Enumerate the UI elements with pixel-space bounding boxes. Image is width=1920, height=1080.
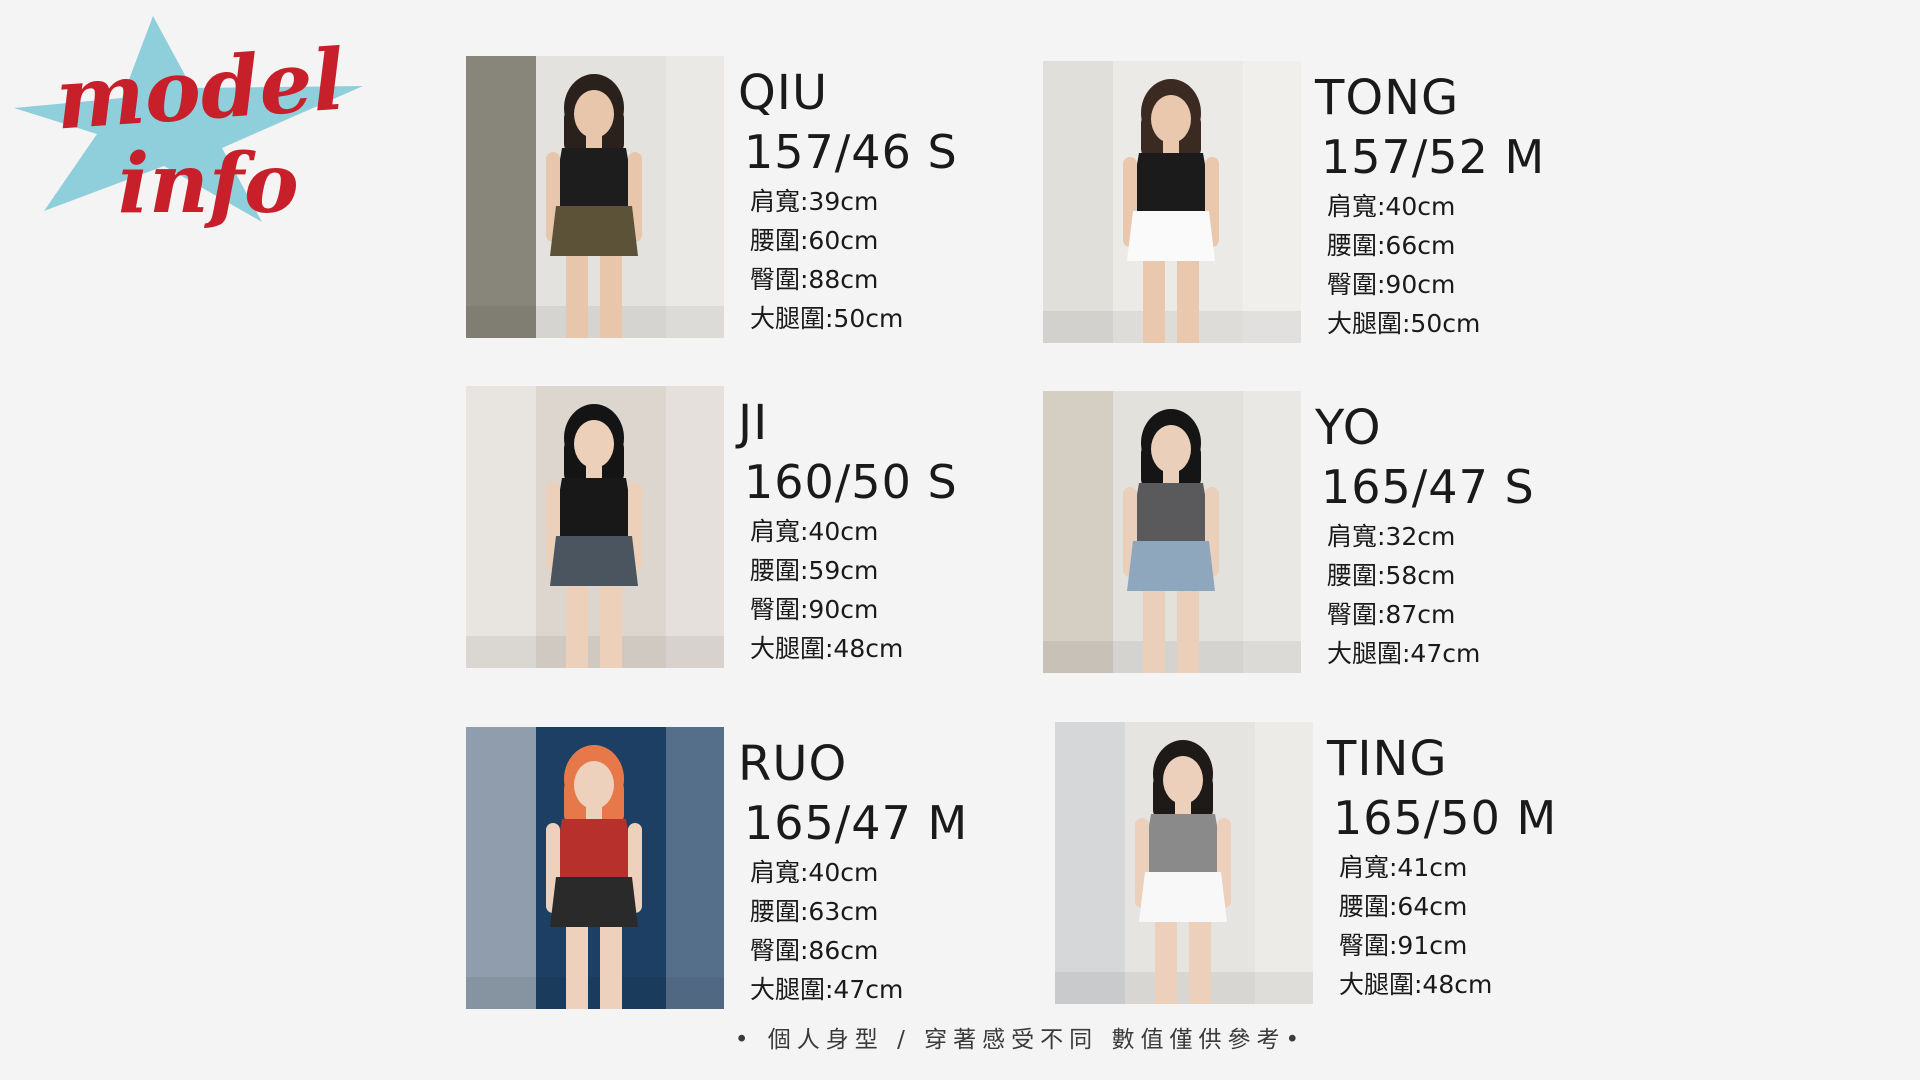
- model-info: RUO 165/47 M 肩寬:40cm 腰圍:63cm 臀圍:86cm 大腿圍:47cm: [738, 735, 1078, 1009]
- measurement-item: 腰圍:60cm: [750, 226, 879, 255]
- measurement-item: 臀圍:86cm: [750, 936, 879, 965]
- model-photo: [466, 386, 724, 668]
- measurement-item: 大腿圍:48cm: [750, 634, 904, 663]
- measurement-item: 大腿圍:47cm: [1327, 639, 1481, 668]
- model-name: RUO: [738, 736, 848, 792]
- model-photo: [1043, 61, 1301, 343]
- model-card-ji: JI 160/50 S 肩寬:40cm 腰圍:59cm 臀圍:90cm 大腿圍:48cm: [466, 386, 1086, 676]
- model-size: 160/50 S: [744, 455, 958, 509]
- model-size: 165/47 M: [744, 796, 969, 850]
- logo-text-info: info: [118, 136, 299, 232]
- model-photo: [466, 56, 724, 338]
- measurement-item: 腰圍:66cm: [1327, 231, 1456, 260]
- measurement-item: 肩寬:39cm: [750, 187, 879, 216]
- model-name: YO: [1315, 400, 1382, 456]
- model-size: 157/52 M: [1321, 130, 1546, 184]
- model-info: QIU 157/46 S 肩寬:39cm 腰圍:60cm 臀圍:88cm 大腿圍:50cm: [738, 64, 1078, 338]
- model-size: 157/46 S: [744, 125, 958, 179]
- measurement-item: 臀圍:91cm: [1339, 931, 1468, 960]
- measurement-item: 腰圍:63cm: [750, 897, 879, 926]
- measurement-item: 大腿圍:47cm: [750, 975, 904, 1004]
- model-photo: [1043, 391, 1301, 673]
- model-name: QIU: [738, 65, 829, 121]
- star-logo-icon: model info: [14, 16, 363, 232]
- measurement-item: 大腿圍:50cm: [750, 304, 904, 333]
- model-name: TING: [1327, 731, 1448, 787]
- model-info: TONG 157/52 M 肩寬:40cm 腰圍:66cm 臀圍:90cm 大腿圍:50c…: [1315, 69, 1655, 343]
- model-card-qiu: QIU 157/46 S 肩寬:39cm 腰圍:60cm 臀圍:88cm 大腿圍:50cm: [466, 56, 1086, 346]
- model-card-yo: YO 165/47 S 肩寬:32cm 腰圍:58cm 臀圍:87cm 大腿圍:47cm: [1043, 391, 1663, 681]
- measurement-list: 肩寬:39cm 腰圍:60cm 臀圍:88cm 大腿圍:50cm: [750, 182, 1078, 338]
- measurement-item: 肩寬:32cm: [1327, 522, 1456, 551]
- model-info-logo: model info: [14, 16, 434, 276]
- measurement-item: 大腿圍:48cm: [1339, 970, 1493, 999]
- measurement-item: 臀圍:87cm: [1327, 600, 1456, 629]
- model-name: JI: [738, 395, 769, 451]
- measurement-item: 肩寬:40cm: [750, 858, 879, 887]
- measurement-list: 肩寬:40cm 腰圍:66cm 臀圍:90cm 大腿圍:50cm: [1327, 187, 1655, 343]
- model-size: 165/50 M: [1333, 791, 1558, 845]
- model-name: TONG: [1315, 70, 1460, 126]
- model-card-ting: TING 165/50 M 肩寬:41cm 腰圍:64cm 臀圍:91cm 大腿圍:48c…: [1055, 722, 1675, 1012]
- measurement-item: 臀圍:88cm: [750, 265, 879, 294]
- measurement-item: 臀圍:90cm: [1327, 270, 1456, 299]
- model-photo: [466, 727, 724, 1009]
- measurement-item: 肩寬:40cm: [750, 517, 879, 546]
- measurement-item: 腰圍:59cm: [750, 556, 879, 585]
- model-card-tong: TONG 157/52 M 肩寬:40cm 腰圍:66cm 臀圍:90cm 大腿圍:50c…: [1043, 61, 1663, 351]
- model-info: TING 165/50 M 肩寬:41cm 腰圍:64cm 臀圍:91cm 大腿圍:48c…: [1327, 730, 1667, 1004]
- disclaimer-note: • 個人身型 / 穿著感受不同 數值僅供參考•: [734, 1027, 1306, 1053]
- model-card-ruo: RUO 165/47 M 肩寬:40cm 腰圍:63cm 臀圍:86cm 大腿圍:47cm: [466, 727, 1086, 1017]
- model-info: JI 160/50 S 肩寬:40cm 腰圍:59cm 臀圍:90cm 大腿圍:48cm: [738, 394, 1078, 668]
- measurement-item: 肩寬:41cm: [1339, 853, 1468, 882]
- model-size: 165/47 S: [1321, 460, 1535, 514]
- measurement-item: 腰圍:64cm: [1339, 892, 1468, 921]
- logo-text-model: model: [52, 30, 347, 149]
- measurement-item: 臀圍:90cm: [750, 595, 879, 624]
- measurement-item: 腰圍:58cm: [1327, 561, 1456, 590]
- measurement-list: 肩寬:40cm 腰圍:63cm 臀圍:86cm 大腿圍:47cm: [750, 853, 1078, 1009]
- model-photo: [1055, 722, 1313, 1004]
- measurement-item: 肩寬:40cm: [1327, 192, 1456, 221]
- measurement-list: 肩寬:32cm 腰圍:58cm 臀圍:87cm 大腿圍:47cm: [1327, 517, 1655, 673]
- model-info: YO 165/47 S 肩寬:32cm 腰圍:58cm 臀圍:87cm 大腿圍:47cm: [1315, 399, 1655, 673]
- measurement-item: 大腿圍:50cm: [1327, 309, 1481, 338]
- measurement-list: 肩寬:41cm 腰圍:64cm 臀圍:91cm 大腿圍:48cm: [1339, 848, 1667, 1004]
- measurement-list: 肩寬:40cm 腰圍:59cm 臀圍:90cm 大腿圍:48cm: [750, 512, 1078, 668]
